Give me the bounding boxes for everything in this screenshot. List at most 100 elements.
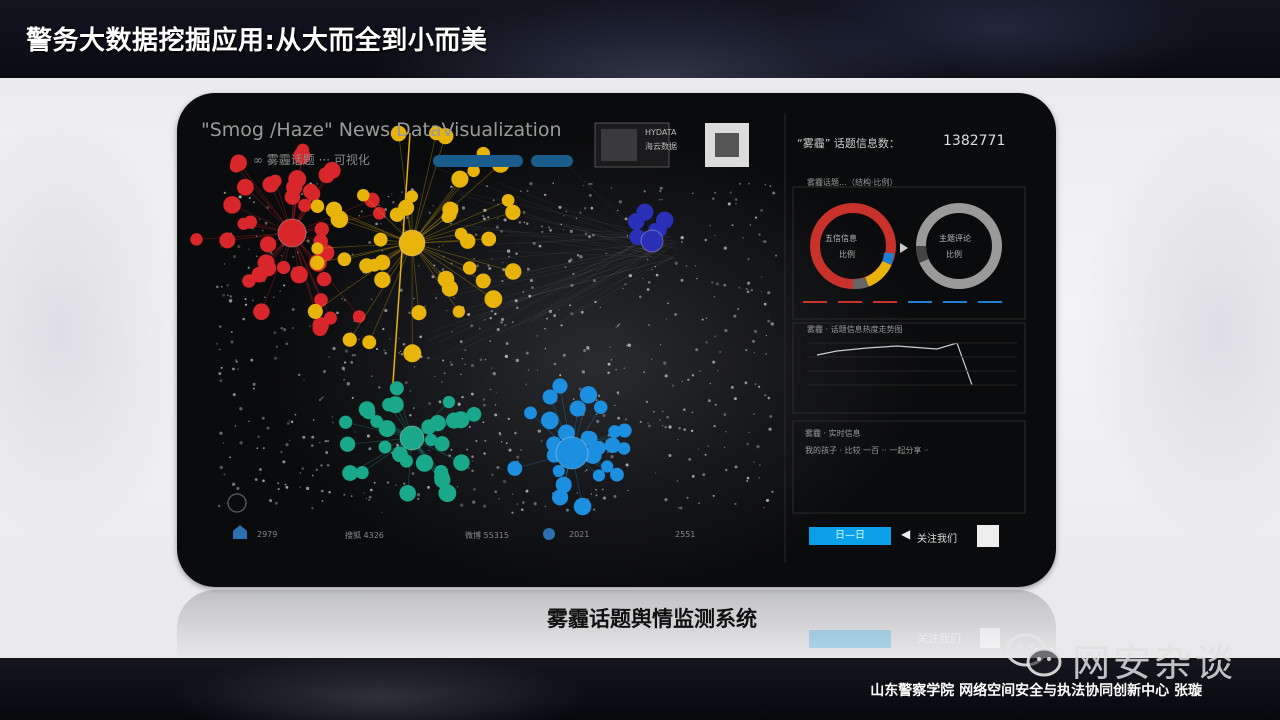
teal-cluster-node (415, 454, 434, 472)
brand-name-cn: 海云数据 (645, 142, 677, 151)
yellow-cluster-node (481, 231, 497, 247)
teal-cluster-node (342, 465, 358, 481)
yellow-cluster-node (484, 290, 503, 309)
yellow-cluster-node (475, 273, 491, 289)
yellow-cluster-node (307, 303, 323, 319)
teal-cluster-node (442, 395, 456, 409)
red-cluster-node (253, 303, 270, 320)
blue-cluster-node (579, 386, 598, 404)
teal-cluster-node (389, 381, 404, 396)
realtime-panel-text: 我的孩子 · 比较 一百 ·· 一起分享 ·· (805, 446, 929, 455)
donut-left-sublabel: 比例 (839, 250, 855, 259)
trend-line (816, 342, 973, 386)
red-cluster-node (260, 260, 277, 277)
red-cluster-node (236, 178, 254, 196)
wechat-watermark: 网安杂谈 (1002, 628, 1252, 685)
blue-cluster-node (569, 400, 586, 417)
watermark-text: 网安杂谈 (1072, 641, 1237, 685)
yellow-cluster-node (398, 199, 415, 216)
blue-cluster-node (556, 477, 572, 494)
blue-cluster-node (552, 378, 568, 394)
home-icon (233, 525, 247, 539)
yellow-cluster-hub (398, 229, 426, 257)
red-cluster-node (259, 236, 277, 253)
red-cluster-node (352, 310, 366, 323)
red-cluster-node (243, 215, 258, 229)
stat-news: 2021 (569, 530, 590, 539)
blue-cluster-node (507, 461, 523, 476)
yellow-cluster-node (411, 305, 427, 321)
yellow-cluster-node (403, 344, 422, 363)
red-cluster-node (305, 186, 321, 202)
teal-cluster-node (429, 414, 446, 432)
red-cluster-node (242, 274, 256, 288)
navy-cluster-hub (640, 229, 664, 253)
blue-cluster-node (604, 437, 621, 454)
filter-pill (433, 155, 523, 167)
visualization-screenshot: "Smog /Haze" News DataVisualization ∞ 雾霾… (177, 93, 1056, 587)
red-cluster-node (190, 233, 203, 246)
red-cluster-node (219, 232, 236, 249)
donut-right-label: 主题评论 (939, 234, 971, 243)
yellow-cluster-node (504, 263, 522, 280)
news-icon (543, 528, 555, 540)
red-cluster-hub (277, 218, 307, 248)
teal-cluster-node (434, 464, 449, 480)
donut-right-sublabel: 比例 (946, 250, 962, 259)
blue-cluster-node (524, 406, 537, 420)
yellow-cluster-node (443, 207, 457, 222)
topic-count-label: “雾霾” 话题信息数： (797, 137, 900, 150)
yellow-cluster-node (337, 252, 352, 267)
teal-cluster-node (424, 433, 438, 447)
loop-icon (227, 493, 247, 513)
topic-count-value: 1382771 (943, 133, 1006, 149)
play-arrow-icon[interactable]: ◀ (901, 527, 910, 541)
yellow-cluster-node (310, 199, 325, 214)
blue-cluster-node (573, 497, 592, 516)
realtime-panel-title: 雾霾 · 实时信息 (805, 429, 861, 438)
yellow-cluster-node (311, 242, 324, 255)
header-band: 警务大数据挖掘应用:从大而全到小而美 (0, 0, 1280, 78)
blue-cluster-node (592, 469, 606, 482)
date-range-button[interactable]: 日—日 (809, 527, 891, 545)
yellow-cluster-node (451, 170, 469, 188)
yellow-cluster-node (330, 210, 349, 229)
follow-us-link[interactable]: 关注我们 (917, 530, 957, 545)
ratio-panel-title: 雾霾话题…（结构·比例） (807, 178, 898, 187)
red-cluster-node (372, 206, 386, 220)
teal-cluster-node (355, 466, 369, 480)
teal-cluster-node (399, 454, 413, 468)
stat-sohu: 搜狐 4326 (345, 531, 384, 540)
blue-cluster-node (593, 400, 608, 414)
teal-cluster-node (399, 484, 416, 502)
blue-cluster-node (541, 411, 559, 430)
teal-cluster-node (370, 415, 383, 428)
yellow-cluster-node (462, 261, 477, 275)
yellow-cluster-node (459, 233, 476, 249)
stat-home: 2979 (257, 530, 278, 539)
blue-cluster-node (609, 467, 624, 482)
filter-pill (531, 155, 573, 167)
teal-cluster-node (378, 440, 392, 454)
stat-weibo: 微博 55315 (465, 531, 509, 540)
teal-cluster-node (382, 397, 396, 412)
trend-panel (792, 322, 1026, 414)
app-logo-icon (977, 525, 999, 547)
navy-cluster-node (627, 213, 645, 230)
trend-panel-title: 雾霾 · 话题信息热度走势图 (807, 325, 903, 334)
teal-cluster-node (453, 454, 470, 471)
slide-title: 警务大数据挖掘应用:从大而全到小而美 (26, 26, 488, 56)
brand-logo-icon (601, 129, 637, 161)
brand-name: HYDATA (645, 128, 677, 137)
red-cluster-node (290, 265, 308, 284)
slide: 警务大数据挖掘应用:从大而全到小而美 "Smog /Haze" News Dat… (0, 0, 1280, 720)
yellow-cluster-node (310, 255, 325, 271)
yellow-cluster-node (374, 271, 391, 288)
teal-cluster-node (440, 486, 456, 502)
yellow-cluster-node (357, 188, 370, 202)
yellow-cluster-node (505, 204, 521, 220)
red-cluster-node (223, 196, 241, 214)
arrow-icon (900, 243, 908, 253)
teal-cluster-node (466, 407, 482, 422)
donut-right (916, 203, 1002, 289)
